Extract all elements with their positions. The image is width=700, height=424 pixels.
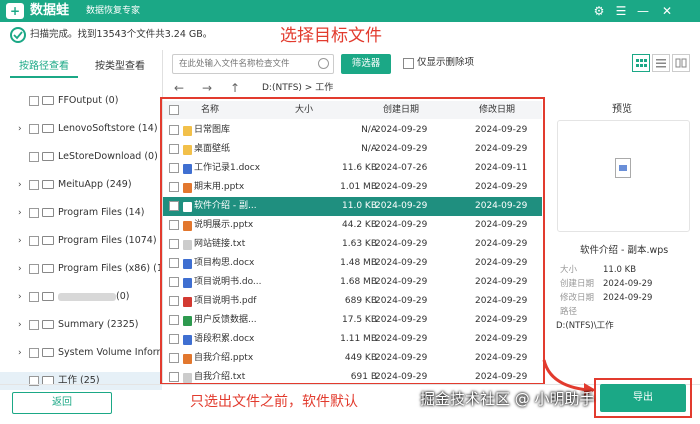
- tree-item[interactable]: › MeituApp (249): [0, 176, 162, 194]
- tree-item-label: 工作 (25): [58, 375, 100, 386]
- menu-icon[interactable]: ☰: [612, 2, 630, 20]
- tree-item-label: Program Files (1074): [58, 235, 157, 246]
- folder-icon: [42, 264, 54, 273]
- chevron-right-icon[interactable]: ›: [18, 204, 26, 222]
- annotation-box-export: [594, 378, 692, 418]
- back-button[interactable]: 返回: [12, 392, 112, 414]
- tree-item-label: LenovoSoftstore (14): [58, 123, 158, 134]
- tree-item-label: System Volume Informat: [58, 347, 162, 358]
- tab-by-path[interactable]: 按路径查看: [10, 56, 78, 78]
- search-box: [172, 54, 334, 74]
- scan-status-text: 扫描完成。找到13543个文件共3.24 GB。: [30, 29, 213, 40]
- chevron-right-icon[interactable]: ›: [18, 288, 26, 306]
- search-icon[interactable]: [318, 58, 329, 69]
- folder-icon: [42, 124, 54, 133]
- settings-icon[interactable]: ⚙: [590, 2, 608, 20]
- meta-modified-label: 修改日期: [560, 293, 595, 303]
- watermark: 掘金技术社区 @ 小明助手: [420, 390, 595, 408]
- annotation-box-files: [160, 97, 545, 385]
- forward-arrow-icon[interactable]: →: [202, 80, 212, 96]
- chevron-right-icon[interactable]: ›: [18, 232, 26, 250]
- app-logo-icon: +: [6, 3, 24, 19]
- preview-file-name: 软件介绍 - 副本.wps: [580, 245, 669, 256]
- chevron-right-icon[interactable]: ›: [18, 260, 26, 278]
- scan-complete-check-icon: [10, 27, 26, 43]
- tree-item-checkbox[interactable]: [29, 124, 39, 134]
- folder-icon: [42, 348, 54, 357]
- folder-icon: [42, 320, 54, 329]
- meta-size-value: 11.0 KB: [603, 265, 637, 275]
- tree-item[interactable]: › Program Files (x86) (197: [0, 260, 162, 278]
- deleted-only-label: 仅显示删除项: [417, 57, 475, 68]
- folder-icon: [42, 152, 54, 161]
- tree-item[interactable]: › Program Files (14): [0, 204, 162, 222]
- chevron-right-icon[interactable]: ›: [18, 120, 26, 138]
- grid-view-icon[interactable]: [632, 54, 650, 72]
- meta-size-label: 大小: [560, 265, 578, 275]
- search-input[interactable]: [173, 55, 313, 73]
- meta-created-value: 2024-09-29: [603, 279, 653, 289]
- tree-item-checkbox[interactable]: [29, 264, 39, 274]
- folder-icon: [42, 292, 54, 301]
- chevron-right-icon[interactable]: ›: [18, 176, 26, 194]
- tree-item-checkbox[interactable]: [29, 96, 39, 106]
- annotation-bottom-text: 只选出文件之前，软件默认: [190, 394, 358, 410]
- tree-item-label: (0): [58, 288, 129, 306]
- tree-item[interactable]: › (0): [0, 288, 162, 306]
- folder-icon: [42, 208, 54, 217]
- tree-item-label: FFOutput (0): [58, 95, 119, 106]
- tree-item-label: Program Files (14): [58, 207, 145, 218]
- filter-button[interactable]: 筛选器: [341, 54, 391, 74]
- chevron-right-icon[interactable]: ›: [18, 316, 26, 334]
- tree-item-checkbox[interactable]: [29, 152, 39, 162]
- up-arrow-icon[interactable]: ↑: [230, 80, 240, 96]
- tree-item-checkbox[interactable]: [29, 348, 39, 358]
- tree-item-checkbox[interactable]: [29, 292, 39, 302]
- tree-item[interactable]: LeStoreDownload (0): [0, 148, 162, 166]
- document-thumbnail-icon: [615, 158, 631, 178]
- tree-item[interactable]: 工作 (25): [0, 372, 162, 390]
- folder-icon: [42, 236, 54, 245]
- tree-item-label: Summary (2325): [58, 319, 139, 330]
- list-view-icon[interactable]: [652, 54, 670, 72]
- app-subtitle: 数据恢复专家: [86, 6, 141, 16]
- tree-item-count: (0): [116, 291, 130, 302]
- back-arrow-icon[interactable]: ←: [174, 80, 184, 96]
- tree-item-checkbox[interactable]: [29, 236, 39, 246]
- meta-modified-value: 2024-09-29: [603, 293, 653, 303]
- folder-icon: [42, 180, 54, 189]
- tree-item-label: MeituApp (249): [58, 179, 132, 190]
- chevron-right-icon[interactable]: ›: [18, 344, 26, 362]
- tree-item-label: LeStoreDownload (0): [58, 151, 158, 162]
- minimize-button[interactable]: —: [634, 2, 652, 20]
- tree-item[interactable]: › Program Files (1074): [0, 232, 162, 250]
- tree-item[interactable]: › LenovoSoftstore (14): [0, 120, 162, 138]
- tree-item-checkbox[interactable]: [29, 180, 39, 190]
- tree-item-label: Program Files (x86) (197: [58, 263, 162, 274]
- tree-item[interactable]: › Summary (2325): [0, 316, 162, 334]
- tree-item-checkbox[interactable]: [29, 208, 39, 218]
- breadcrumb: D:(NTFS) > 工作: [262, 83, 334, 93]
- tab-by-type[interactable]: 按类型查看: [86, 56, 154, 78]
- tree-item[interactable]: › System Volume Informat: [0, 344, 162, 362]
- meta-path-label: 路径: [560, 307, 578, 317]
- meta-path-value: D:(NTFS)\工作: [556, 321, 614, 331]
- tree-item-checkbox[interactable]: [29, 320, 39, 330]
- deleted-only-checkbox[interactable]: [403, 58, 414, 69]
- detail-view-icon[interactable]: [672, 54, 690, 72]
- preview-title: 预览: [612, 104, 632, 115]
- folder-icon: [42, 96, 54, 105]
- annotation-title: 选择目标文件: [280, 26, 382, 46]
- redacted-text: [58, 292, 116, 301]
- meta-created-label: 创建日期: [560, 279, 595, 289]
- tree-item[interactable]: FFOutput (0): [0, 92, 162, 110]
- app-name: 数据蛙: [30, 3, 70, 18]
- close-button[interactable]: ✕: [658, 2, 676, 20]
